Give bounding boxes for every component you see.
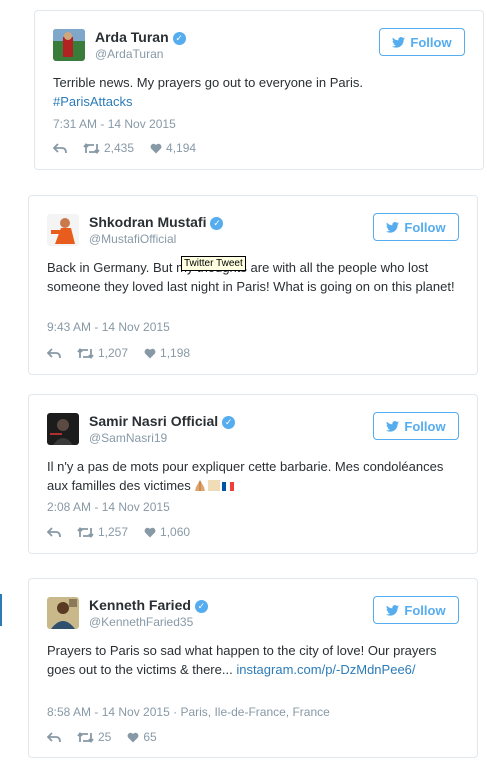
author-handle[interactable]: @ArdaTuran [95,47,163,61]
tweet-card: Kenneth Faried ✓ @KennethFaried35 Follow … [28,578,478,758]
retweet-icon [83,142,100,154]
scroll-marker [0,594,2,626]
tweet-card: Samir Nasri Official ✓ @SamNasri19 Follow… [28,394,478,554]
reply-button[interactable] [53,142,67,154]
like-count: 1,060 [160,525,191,539]
reply-button[interactable] [47,347,61,359]
like-button[interactable]: 65 [127,730,157,744]
follow-button[interactable]: Follow [373,596,459,624]
hashtag-link[interactable]: #ParisAttacks [53,94,132,109]
tweet-text: Terrible news. My prayers go out to ever… [53,75,363,109]
tweet-text: Back in Germany. But my thoughts are wit… [47,260,455,294]
avatar[interactable] [47,214,79,246]
retweet-count: 2,435 [104,141,135,155]
author-name[interactable]: Kenneth Faried ✓ [89,597,208,613]
retweet-icon [77,526,94,538]
author-handle[interactable]: @SamNasri19 [89,431,167,445]
tweet-card: Shkodran Mustafi ✓ @MustafiOfficial Follo… [28,195,478,375]
verified-icon: ✓ [222,416,236,429]
follow-button[interactable]: Follow [373,213,459,241]
follow-button[interactable]: Follow [379,28,465,56]
like-count: 65 [143,730,157,744]
reply-icon [47,347,61,358]
verified-icon: ✓ [194,600,208,613]
like-button[interactable]: 1,198 [144,346,190,360]
like-button[interactable]: 4,194 [150,141,196,155]
reply-button[interactable] [47,526,61,538]
retweet-button[interactable]: 2,435 [83,141,134,155]
avatar[interactable] [47,413,79,445]
tooltip: Twitter Tweet [181,256,246,271]
tweet-meta: 8:58 AM - 14 Nov 2015 · Paris, Ile-de-Fr… [47,705,330,719]
tweet-location[interactable]: Paris, Ile-de-France, France [180,705,329,719]
tweet-timestamp[interactable]: 8:58 AM - 14 Nov 2015 [47,705,170,719]
reply-icon [53,142,67,153]
reply-icon [47,526,61,537]
tweet-timestamp[interactable]: 7:31 AM - 14 Nov 2015 [53,117,176,131]
retweet-count: 25 [98,730,112,744]
twitter-bird-icon [392,36,406,48]
tweet-actions: 25 65 [47,730,173,744]
twitter-bird-icon [386,221,400,233]
heart-icon [144,527,156,537]
heart-icon [150,143,162,153]
retweet-button[interactable]: 25 [77,730,111,744]
tweet-timestamp[interactable]: 2:08 AM - 14 Nov 2015 [47,500,170,514]
twitter-bird-icon [386,420,400,432]
follow-button[interactable]: Follow [373,412,459,440]
reply-icon [47,731,61,742]
author-handle[interactable]: @MustafiOfficial [89,232,176,246]
like-count: 4,194 [166,141,197,155]
heart-icon [144,348,156,358]
tweet-actions: 2,435 4,194 [53,141,212,155]
like-button[interactable]: 1,060 [144,525,190,539]
twitter-bird-icon [386,604,400,616]
tweet-card: Arda Turan ✓ @ArdaTuran Follow Terrible n… [34,10,484,170]
tweet-actions: 1,257 1,060 [47,525,206,539]
retweet-button[interactable]: 1,207 [77,346,128,360]
verified-icon: ✓ [172,32,186,45]
instagram-link[interactable]: instagram.com/p/-DzMdnPee6/ [236,662,415,677]
heart-icon [127,732,139,742]
tweet-actions: 1,207 1,198 [47,346,206,360]
retweet-icon [77,731,94,743]
reply-button[interactable] [47,731,61,743]
author-name[interactable]: Samir Nasri Official ✓ [89,413,236,429]
tweet-text: Prayers to Paris so sad what happen to t… [47,643,437,677]
author-name[interactable]: Shkodran Mustafi ✓ [89,214,224,230]
tweet-timestamp[interactable]: 9:43 AM - 14 Nov 2015 [47,320,170,334]
like-count: 1,198 [160,346,191,360]
verified-icon: ✓ [210,217,224,230]
author-name[interactable]: Arda Turan ✓ [95,29,186,45]
author-handle[interactable]: @KennethFaried35 [89,615,193,629]
french-flag-icon [222,477,235,491]
emoji-icon [208,480,221,491]
avatar[interactable] [53,29,85,61]
retweet-button[interactable]: 1,257 [77,525,128,539]
praying-hands-icon [194,477,206,491]
avatar[interactable] [47,597,79,629]
retweet-icon [77,347,94,359]
retweet-count: 1,257 [98,525,129,539]
tweet-text: Il n'y a pas de mots pour expliquer cett… [47,459,444,493]
retweet-count: 1,207 [98,346,129,360]
